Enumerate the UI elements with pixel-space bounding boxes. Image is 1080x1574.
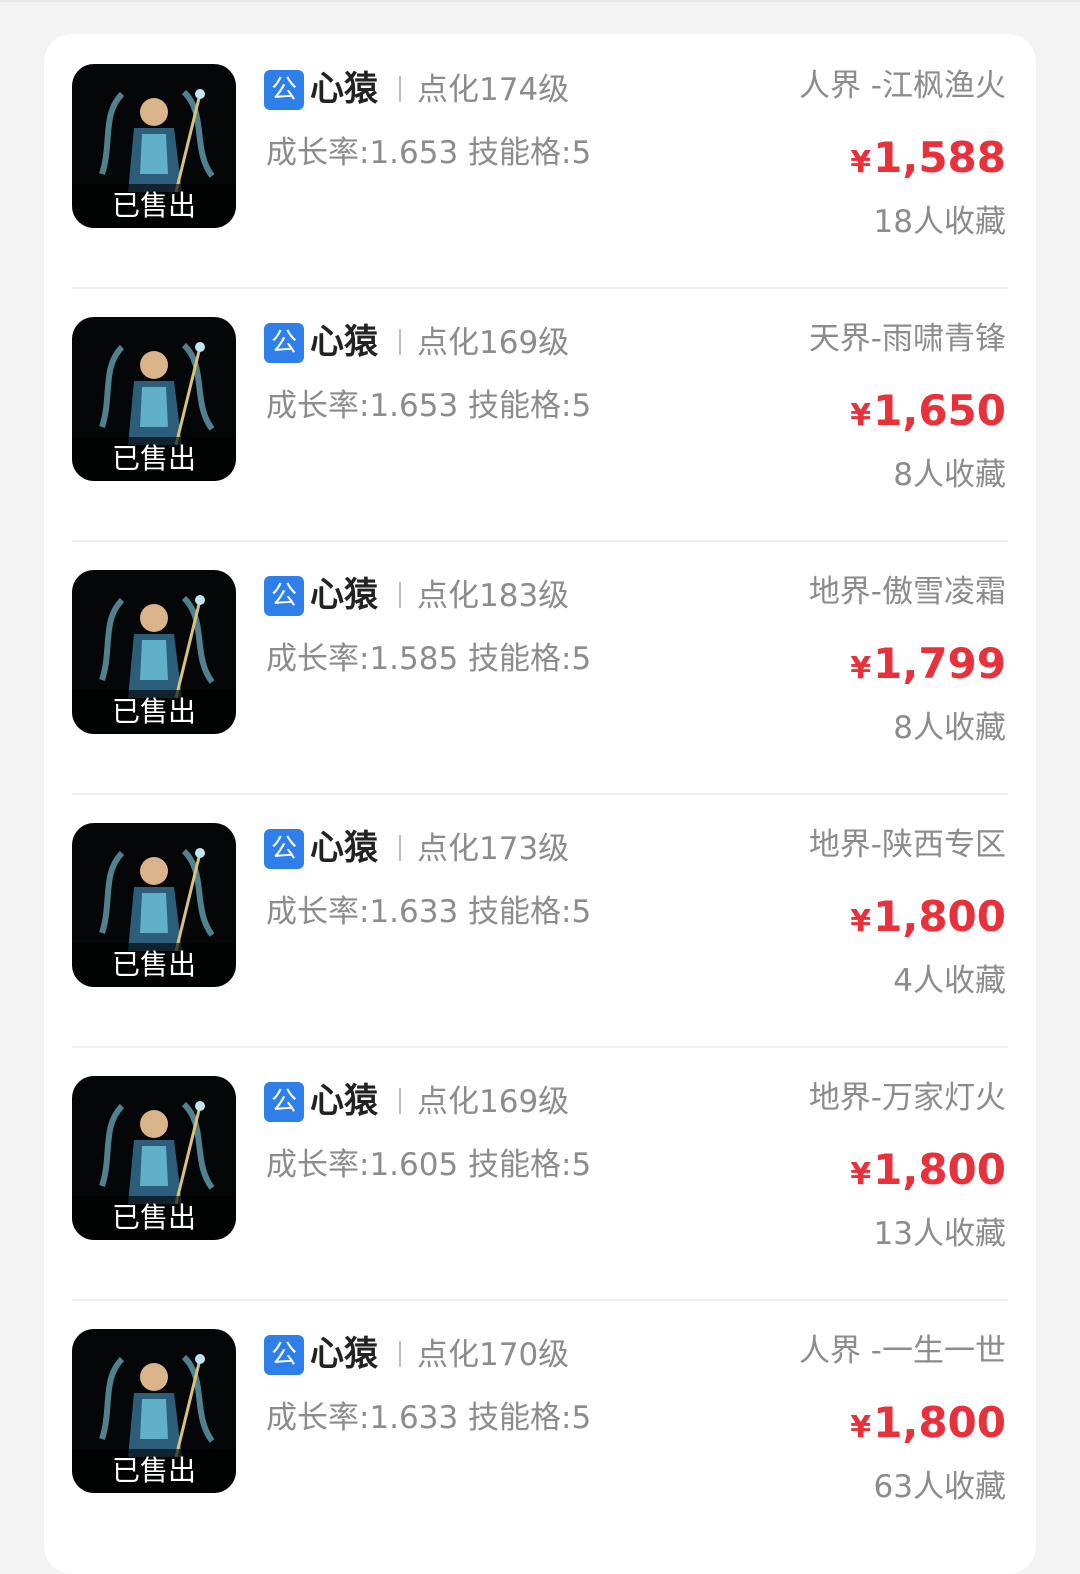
- listing-item[interactable]: 已售出 公 心猿 点化183级 成长率:1.585 技能格:5 地界-傲雪凌霜 …: [44, 540, 1036, 793]
- pet-level: 点化169级: [417, 1084, 570, 1120]
- price: ¥1,650: [850, 383, 1006, 439]
- pet-name: 心猿: [310, 828, 378, 868]
- listing-card: 已售出 公 心猿 点化174级 成长率:1.653 技能格:5 人界 -江枫渔火…: [44, 34, 1036, 1574]
- row-divider: [72, 793, 1008, 795]
- separator: [399, 582, 401, 608]
- favorites-count: 63人收藏: [873, 1469, 1006, 1505]
- pet-name: 心猿: [310, 1334, 378, 1374]
- official-badge: 公: [264, 576, 304, 616]
- pet-name: 心猿: [310, 69, 378, 109]
- favorites-count: 4人收藏: [893, 963, 1006, 999]
- top-divider: [0, 0, 1080, 2]
- row-divider: [72, 287, 1008, 289]
- favorites-count: 13人收藏: [873, 1216, 1006, 1252]
- pet-name: 心猿: [310, 575, 378, 615]
- price-amount: 1,800: [873, 892, 1006, 941]
- pet-level: 点化173级: [417, 831, 570, 867]
- price: ¥1,800: [850, 1142, 1006, 1198]
- sold-label: 已售出: [72, 943, 236, 987]
- currency-symbol: ¥: [850, 904, 872, 939]
- server-name: 地界-万家灯火: [808, 1080, 1006, 1116]
- currency-symbol: ¥: [850, 1157, 872, 1192]
- sold-label: 已售出: [72, 1449, 236, 1493]
- server-name: 地界-傲雪凌霜: [808, 574, 1006, 610]
- pet-attributes: 成长率:1.633 技能格:5: [266, 894, 592, 930]
- pet-level: 点化169级: [417, 325, 570, 361]
- separator: [399, 835, 401, 861]
- price: ¥1,799: [850, 636, 1006, 692]
- listing-item[interactable]: 已售出 公 心猿 点化173级 成长率:1.633 技能格:5 地界-陕西专区 …: [44, 793, 1036, 1046]
- server-name: 天界-雨啸青锋: [808, 321, 1006, 357]
- favorites-count: 8人收藏: [893, 457, 1006, 493]
- row-divider: [72, 1299, 1008, 1301]
- pet-attributes: 成长率:1.633 技能格:5: [266, 1400, 592, 1436]
- price-amount: 1,588: [873, 133, 1006, 182]
- official-badge: 公: [264, 1335, 304, 1375]
- listing-item[interactable]: 已售出 公 心猿 点化169级 成长率:1.653 技能格:5 天界-雨啸青锋 …: [44, 287, 1036, 540]
- sold-label: 已售出: [72, 690, 236, 734]
- price: ¥1,800: [850, 1395, 1006, 1451]
- server-name: 地界-陕西专区: [808, 827, 1006, 863]
- currency-symbol: ¥: [850, 145, 872, 180]
- price-amount: 1,800: [873, 1398, 1006, 1447]
- currency-symbol: ¥: [850, 1410, 872, 1445]
- listing-item[interactable]: 已售出 公 心猿 点化174级 成长率:1.653 技能格:5 人界 -江枫渔火…: [44, 34, 1036, 287]
- separator: [399, 76, 401, 102]
- official-badge: 公: [264, 323, 304, 363]
- pet-level: 点化174级: [417, 72, 570, 108]
- price-amount: 1,800: [873, 1145, 1006, 1194]
- row-divider: [72, 540, 1008, 542]
- separator: [399, 1088, 401, 1114]
- price: ¥1,588: [850, 130, 1006, 186]
- favorites-count: 18人收藏: [873, 204, 1006, 240]
- pet-name: 心猿: [310, 1081, 378, 1121]
- currency-symbol: ¥: [850, 398, 872, 433]
- price-amount: 1,799: [873, 639, 1006, 688]
- server-name: 人界 -江枫渔火: [798, 68, 1006, 104]
- sold-label: 已售出: [72, 184, 236, 228]
- sold-label: 已售出: [72, 437, 236, 481]
- pet-attributes: 成长率:1.605 技能格:5: [266, 1147, 592, 1183]
- pet-thumbnail: 已售出: [72, 317, 236, 481]
- row-divider: [72, 1046, 1008, 1048]
- pet-thumbnail: 已售出: [72, 570, 236, 734]
- separator: [399, 329, 401, 355]
- pet-thumbnail: 已售出: [72, 1329, 236, 1493]
- separator: [399, 1341, 401, 1367]
- price-amount: 1,650: [873, 386, 1006, 435]
- official-badge: 公: [264, 70, 304, 110]
- currency-symbol: ¥: [850, 651, 872, 686]
- pet-attributes: 成长率:1.653 技能格:5: [266, 135, 592, 171]
- server-name: 人界 -一生一世: [798, 1333, 1006, 1369]
- listing-item[interactable]: 已售出 公 心猿 点化169级 成长率:1.605 技能格:5 地界-万家灯火 …: [44, 1046, 1036, 1299]
- pet-level: 点化183级: [417, 578, 570, 614]
- favorites-count: 8人收藏: [893, 710, 1006, 746]
- pet-attributes: 成长率:1.585 技能格:5: [266, 641, 592, 677]
- pet-name: 心猿: [310, 322, 378, 362]
- pet-thumbnail: 已售出: [72, 823, 236, 987]
- listing-item[interactable]: 已售出 公 心猿 点化170级 成长率:1.633 技能格:5 人界 -一生一世…: [44, 1299, 1036, 1552]
- pet-attributes: 成长率:1.653 技能格:5: [266, 388, 592, 424]
- pet-thumbnail: 已售出: [72, 64, 236, 228]
- sold-label: 已售出: [72, 1196, 236, 1240]
- price: ¥1,800: [850, 889, 1006, 945]
- pet-level: 点化170级: [417, 1337, 570, 1373]
- official-badge: 公: [264, 1082, 304, 1122]
- official-badge: 公: [264, 829, 304, 869]
- pet-thumbnail: 已售出: [72, 1076, 236, 1240]
